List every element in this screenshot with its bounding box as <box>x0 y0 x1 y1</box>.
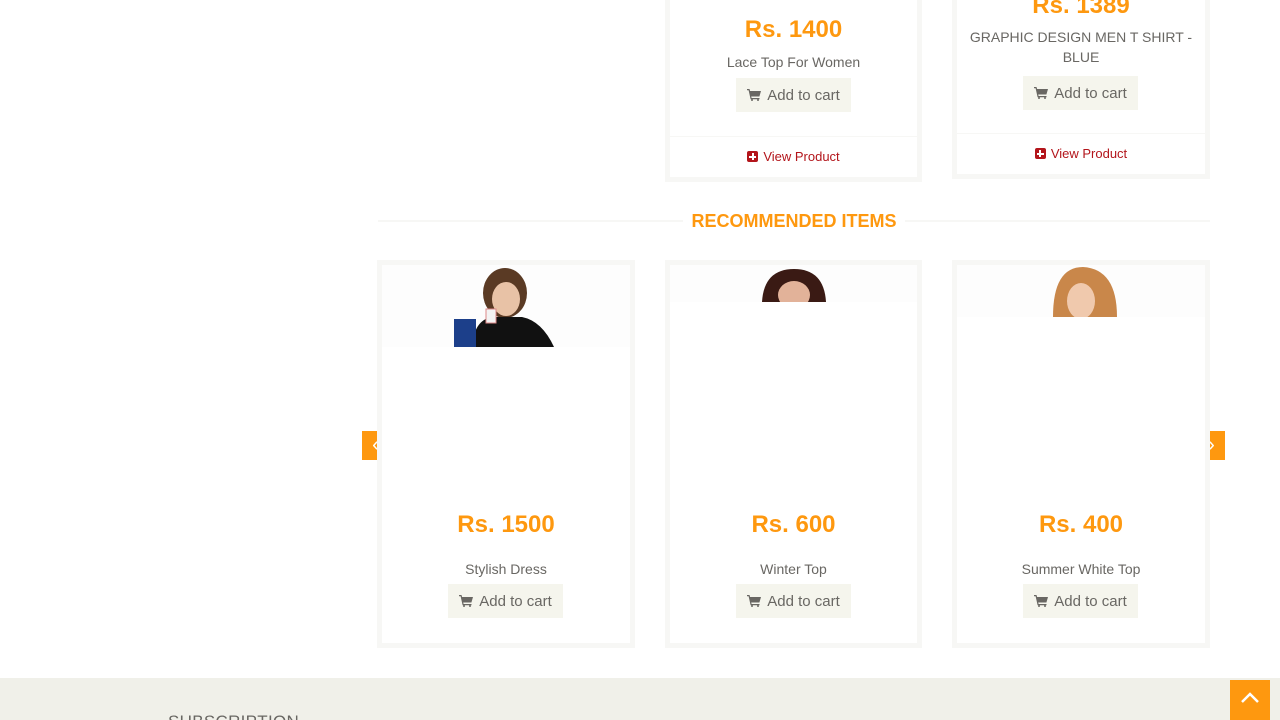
shopping-cart-icon <box>747 89 762 101</box>
shopping-cart-icon <box>747 595 762 607</box>
product-image <box>382 265 630 347</box>
product-card: Rs. 1389 GRAPHIC DESIGN MEN T SHIRT - BL… <box>952 0 1210 179</box>
product-price: Rs. 400 <box>1038 511 1124 538</box>
product-card: Rs. 1400 Lace Top For Women Add to cart … <box>665 0 922 182</box>
product-price: Rs. 1389 <box>1032 0 1130 19</box>
angle-up-icon <box>1240 691 1260 709</box>
recommended-items-header: RECOMMENDED ITEMS <box>378 210 1210 232</box>
add-to-cart-label: Add to cart <box>767 592 840 610</box>
plus-square-icon <box>747 151 759 162</box>
shopping-cart-icon <box>1034 87 1049 99</box>
add-to-cart-label: Add to cart <box>1054 84 1127 102</box>
add-to-cart-button[interactable]: Add to cart <box>1023 76 1138 110</box>
add-to-cart-label: Add to cart <box>767 86 840 104</box>
add-to-cart-button[interactable]: Add to cart <box>448 584 563 618</box>
view-product-link[interactable]: View Product <box>670 136 917 176</box>
product-name: Stylish Dress <box>465 561 547 577</box>
product-price: Rs. 1400 <box>744 16 843 43</box>
shopping-cart-icon <box>459 595 474 607</box>
product-name: Summer White Top <box>1021 561 1141 577</box>
add-to-cart-label: Add to cart <box>1054 592 1127 610</box>
shopping-cart-icon <box>1034 595 1049 607</box>
product-name: GRAPHIC DESIGN MEN T SHIRT - BLUE <box>969 29 1193 65</box>
subscription-heading: SUBSCRIPTION <box>168 712 299 720</box>
add-to-cart-button[interactable]: Add to cart <box>1023 584 1138 618</box>
section-title: RECOMMENDED ITEMS <box>683 210 905 232</box>
recommended-card: Rs. 600 Winter Top Add to cart <box>665 260 922 648</box>
product-price: Rs. 1500 <box>457 511 555 538</box>
scroll-up-button[interactable] <box>1230 680 1270 720</box>
add-to-cart-button[interactable]: Add to cart <box>736 78 851 112</box>
product-name: Lace Top For Women <box>726 54 861 70</box>
product-name: Winter Top <box>760 561 827 577</box>
plus-square-icon <box>1034 148 1046 159</box>
product-price: Rs. 600 <box>751 511 836 538</box>
add-to-cart-button[interactable]: Add to cart <box>736 584 851 618</box>
recommended-card: Rs. 400 Summer White Top Add to cart <box>952 260 1210 648</box>
footer: SUBSCRIPTION <box>0 678 1280 720</box>
product-image <box>670 265 917 302</box>
recommended-card: Rs. 1500 Stylish Dress Add to cart <box>377 260 635 648</box>
view-product-label: View Product <box>763 149 840 164</box>
view-product-link[interactable]: View Product <box>957 133 1205 173</box>
product-image <box>957 265 1205 317</box>
view-product-label: View Product <box>1050 146 1128 161</box>
add-to-cart-label: Add to cart <box>479 592 552 610</box>
